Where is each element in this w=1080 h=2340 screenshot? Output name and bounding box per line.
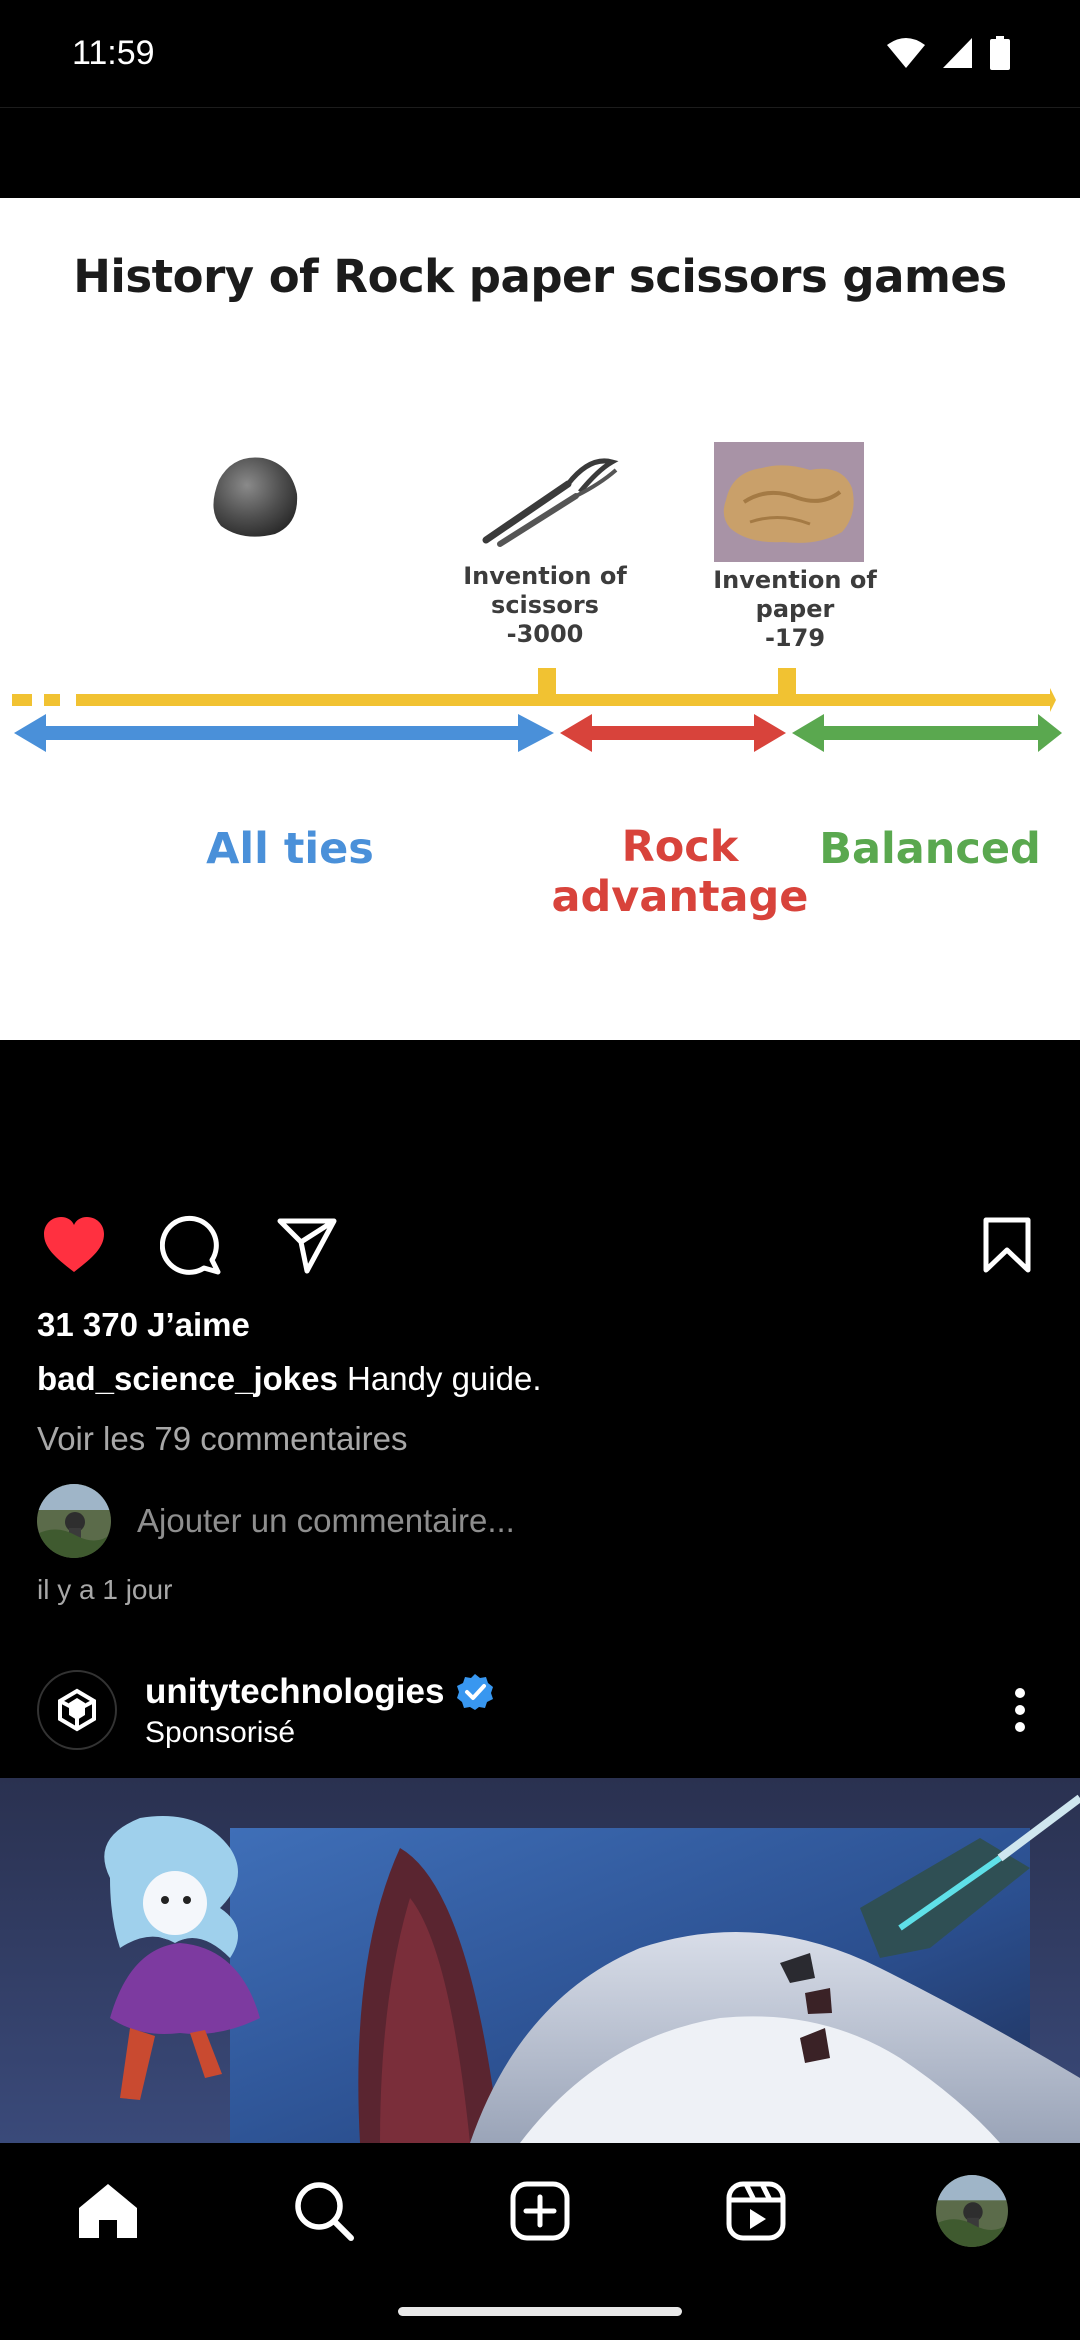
comment-button[interactable] [156,1210,226,1280]
post-timestamp: il y a 1 jour [37,1574,173,1605]
save-button[interactable] [972,1210,1042,1280]
era-label-balanced: Balanced [800,824,1060,874]
likes-count[interactable]: 31 370 J’aime [37,1306,250,1344]
bottom-nav [0,2143,1080,2340]
reels-icon [726,2181,786,2241]
home-indicator[interactable] [398,2307,682,2316]
comment-icon [160,1215,221,1275]
sponsored-label: Sponsorisé [145,1716,296,1749]
post-image[interactable]: History of Rock paper scissors games Inv… [0,198,1080,1040]
profile-avatar [936,2175,1008,2247]
battery-icon [990,36,1010,75]
infographic-title: History of Rock paper scissors games [73,250,1007,303]
era-balanced-text: Balanced [819,824,1041,874]
rock-advantage-arrow [560,714,786,752]
status-time: 11:59 [72,34,155,72]
share-icon [277,1218,337,1274]
all-ties-arrow [14,714,554,752]
nav-reels[interactable] [716,2171,796,2251]
view-comments-link[interactable]: Voir les 79 commentaires [37,1420,408,1458]
era-label-rock-advantage: Rock advantage [530,822,830,922]
unity-logo-icon [58,1688,96,1732]
scissors-invention-label: Invention of scissors -3000 [440,562,650,649]
like-button[interactable] [39,1210,109,1280]
sponsor-account-name[interactable]: unitytechnologies [145,1672,444,1712]
caption-text: Handy guide. [347,1360,542,1397]
era-advantage-text: advantage [551,872,809,922]
timeline-diagram [12,668,1062,752]
wifi-icon [886,37,926,74]
verified-badge-icon [457,1674,494,1710]
unity-avatar[interactable] [37,1670,117,1750]
search-icon [295,2182,354,2241]
paper-invention-line1: Invention of [713,566,877,594]
caption-username[interactable]: bad_science_jokes [37,1360,338,1397]
timeline-line [12,668,1056,712]
sponsored-post-header: unitytechnologies Sponsorisé [0,1670,1080,1754]
heart-icon [44,1217,104,1272]
status-icons [886,36,1010,75]
scissors-invention-line1: Invention of [463,562,627,590]
sponsor-account-row[interactable]: unitytechnologies [145,1672,494,1712]
post-action-row [0,1210,1080,1280]
home-icon [79,2184,137,2238]
paper-invention-label: Invention of paper -179 [690,566,900,653]
rock-icon [213,457,298,537]
scissors-invention-line2: scissors [491,591,599,619]
nav-search[interactable] [284,2171,364,2251]
add-comment-input[interactable]: Ajouter un commentaire... [137,1502,515,1540]
balanced-arrow [792,714,1062,752]
add-comment-row[interactable]: Ajouter un commentaire... [37,1484,515,1558]
more-options-button[interactable] [990,1680,1050,1740]
paper-invention-line2: paper [755,595,835,623]
scissors-invention-year: -3000 [506,620,584,648]
era-all-ties-text: All ties [206,824,374,874]
era-rock-text: Rock [621,822,739,872]
nav-create[interactable] [500,2171,580,2251]
post-caption: bad_science_jokes Handy guide. [37,1360,542,1398]
signal-icon [942,37,974,74]
scissors-icon [482,458,619,547]
bookmark-icon [983,1217,1031,1273]
create-icon [510,2181,570,2241]
era-label-all-ties: All ties [140,824,440,874]
sponsored-ad-image[interactable] [0,1778,1080,2143]
user-avatar [37,1484,111,1558]
status-bar: 11:59 [0,0,1080,108]
more-vertical-icon [1015,1688,1025,1732]
nav-profile[interactable] [932,2171,1012,2251]
share-button[interactable] [272,1210,342,1280]
paper-invention-year: -179 [764,624,826,652]
papyrus-icon [714,442,864,562]
nav-home[interactable] [68,2171,148,2251]
